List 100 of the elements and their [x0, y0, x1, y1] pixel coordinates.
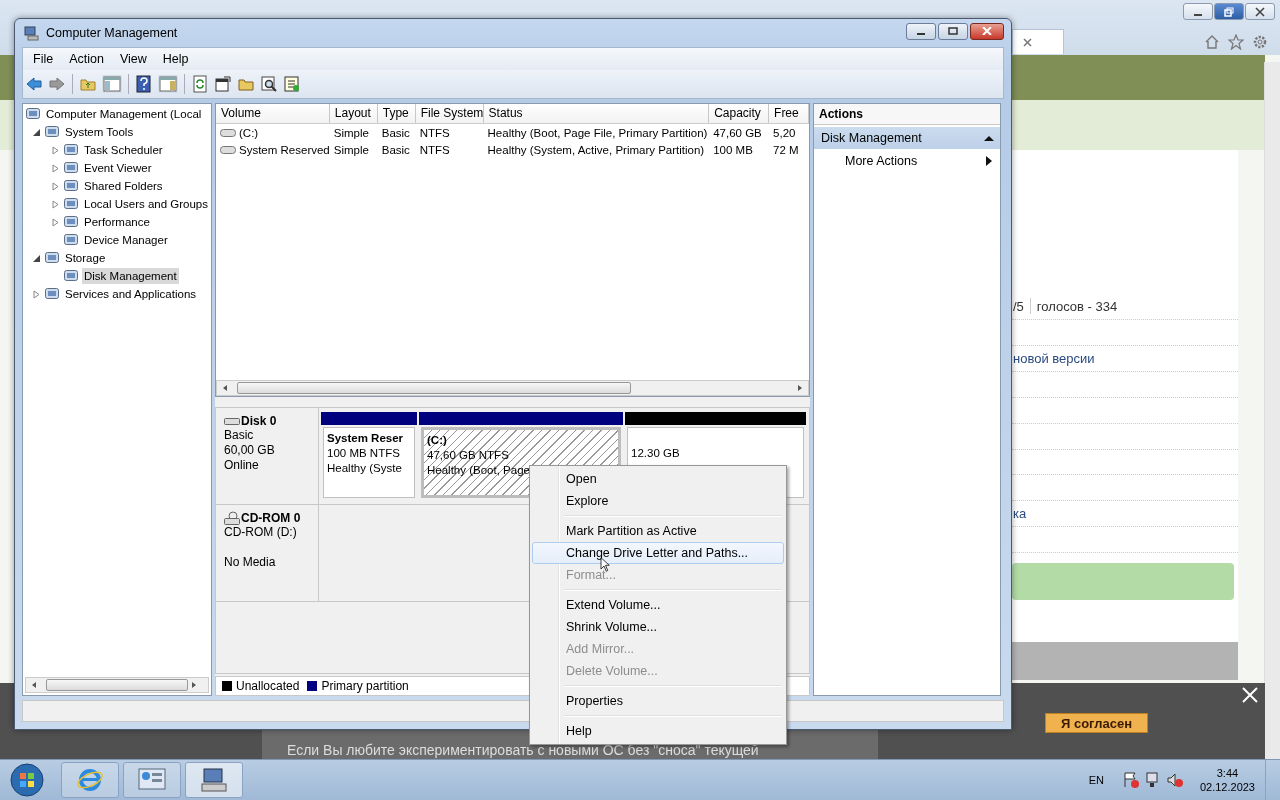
actions-section[interactable]: Disk Management [814, 127, 1000, 149]
collapsed-arrow-icon[interactable] [51, 217, 60, 227]
panel-icon[interactable] [158, 75, 178, 93]
rating-text: /5 [1013, 298, 1024, 314]
collapse-arrow-icon[interactable] [984, 134, 994, 142]
scrollbar-thumb[interactable] [46, 679, 188, 691]
taskbar-button[interactable] [123, 762, 181, 798]
table-cell: Simple [333, 126, 369, 139]
disk-info: CD-ROM (D:) [224, 525, 298, 541]
tree-item[interactable]: Storage [63, 250, 108, 266]
folder-icon[interactable] [79, 76, 97, 92]
column-header[interactable]: Layout [329, 104, 378, 123]
clock[interactable]: 3:44 02.12.2023 [1199, 766, 1255, 794]
start-button[interactable] [9, 762, 45, 798]
close-icon[interactable] [1023, 37, 1032, 47]
flag-icon[interactable] [1121, 771, 1140, 789]
restore-icon [1224, 6, 1234, 17]
menu-item[interactable]: Change Drive Letter and Paths... [532, 542, 784, 564]
partition-info: Healthy (Syste [327, 461, 403, 477]
scrollbar[interactable] [1264, 62, 1280, 760]
partition-info: 100 MB NTFS [327, 446, 401, 462]
browser-taskbar-button[interactable] [61, 762, 119, 798]
partition-info: 47,60 GB NTFS [427, 448, 510, 464]
column-header[interactable]: Type [377, 104, 416, 123]
agree-button[interactable]: Я согласен [1045, 713, 1148, 733]
menu-item[interactable]: Mark Partition as Active [532, 520, 784, 542]
home-icon[interactable] [1204, 33, 1220, 50]
menu-item[interactable]: Extend Volume... [532, 594, 784, 616]
tree-item[interactable]: Shared Folders [82, 178, 165, 194]
tree-node-icon [63, 268, 79, 284]
collapsed-arrow-icon[interactable] [51, 163, 60, 173]
right-arrow-icon[interactable] [190, 681, 198, 689]
list-icon[interactable] [283, 75, 301, 93]
window-title: Computer Management [46, 26, 178, 40]
tree-item[interactable]: Local Users and Groups [82, 196, 210, 212]
settings-icon[interactable] [1252, 33, 1268, 50]
collapsed-arrow-icon[interactable] [32, 289, 41, 299]
link-text[interactable]: ка [1013, 506, 1027, 522]
scrollbar[interactable] [25, 677, 209, 693]
column-header[interactable]: Volume [216, 104, 330, 123]
drive-icon [220, 144, 236, 155]
tree-item[interactable]: Performance [82, 214, 152, 230]
help-icon[interactable] [135, 75, 153, 93]
close-button[interactable] [970, 22, 1004, 40]
minimize-button[interactable] [1183, 3, 1213, 20]
collapsed-arrow-icon[interactable] [51, 181, 60, 191]
minimize-icon [917, 32, 925, 35]
star-icon[interactable] [1228, 33, 1244, 50]
partition-title: System Reser [327, 431, 405, 447]
cd-drive-icon [224, 511, 240, 526]
partition-info: Healthy (Boot, Page [427, 463, 531, 479]
language-indicator[interactable]: EN [1088, 774, 1104, 786]
link-text[interactable]: новой версии [1013, 350, 1095, 366]
disk-info: No Media [224, 555, 277, 571]
column-header[interactable]: Status [483, 104, 710, 123]
left-arrow-icon[interactable] [30, 681, 38, 689]
computer-icon [199, 766, 229, 794]
close-icon [1255, 6, 1265, 17]
menu-item[interactable]: Shrink Volume... [532, 616, 784, 638]
left-arrow-icon[interactable] [221, 384, 229, 393]
close-button[interactable] [1245, 3, 1275, 20]
speaker-muted-icon[interactable] [1165, 771, 1184, 789]
panel-icon[interactable] [102, 75, 122, 93]
menu-item[interactable]: Properties [532, 690, 784, 712]
column-header[interactable]: Free [769, 104, 809, 123]
magnifier-icon[interactable] [260, 75, 278, 93]
clock-time: 3:44 [1216, 766, 1239, 780]
refresh-icon[interactable] [191, 75, 209, 93]
tree-item[interactable]: Disk Management [82, 268, 179, 284]
tree-item[interactable]: Computer Management (Local [44, 106, 204, 122]
menu-item[interactable]: Action [61, 52, 112, 66]
browser-tab[interactable] [1012, 29, 1064, 54]
collapsed-arrow-icon[interactable] [51, 145, 60, 155]
properties-icon[interactable] [214, 75, 232, 93]
back-arrow-icon[interactable] [25, 76, 43, 92]
maximize-button[interactable] [938, 22, 968, 40]
right-arrow-icon[interactable] [796, 384, 804, 393]
column-header[interactable]: File System [415, 104, 484, 123]
expanded-arrow-icon[interactable] [32, 127, 41, 137]
tree-item[interactable]: Services and Applications [63, 286, 199, 302]
tree-item[interactable]: Device Manager [82, 232, 170, 248]
forward-arrow-icon[interactable] [48, 76, 66, 92]
menu-item[interactable]: View [111, 52, 155, 66]
scrollbar[interactable] [216, 380, 809, 397]
tree-item[interactable]: Event Viewer [82, 160, 154, 176]
maximize-icon [948, 27, 958, 35]
minimize-button[interactable] [906, 22, 936, 40]
collapsed-arrow-icon[interactable] [51, 199, 60, 209]
taskbar-button[interactable] [185, 762, 243, 798]
menu-item[interactable]: Help [154, 52, 197, 66]
menu-item[interactable]: File [25, 52, 62, 66]
scrollbar-thumb[interactable] [237, 382, 631, 395]
action-item[interactable]: More Actions [814, 149, 1000, 173]
restore-button[interactable] [1214, 3, 1244, 20]
expanded-arrow-icon[interactable] [32, 253, 41, 263]
disk-name: Disk 0 [241, 414, 277, 429]
legend-label: Unallocated [236, 679, 300, 694]
tree-item[interactable]: System Tools [63, 124, 136, 140]
column-header[interactable]: Capacity [709, 104, 770, 123]
tree-item[interactable]: Task Scheduler [82, 142, 165, 158]
